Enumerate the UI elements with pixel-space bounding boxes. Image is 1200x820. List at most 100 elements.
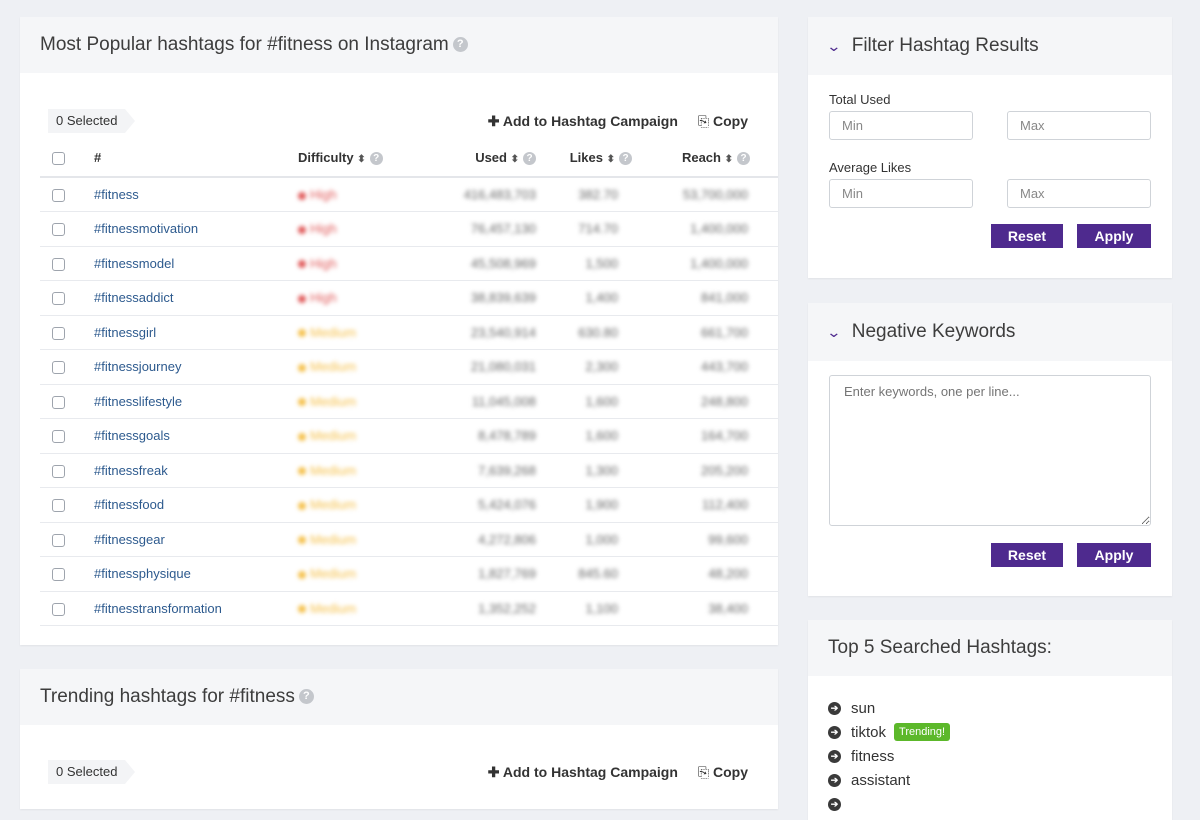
col-used[interactable]: Used ⬍? xyxy=(418,139,536,178)
difficulty-value: Medium xyxy=(298,497,356,512)
trending-card-header: Trending hashtags for #fitness? xyxy=(20,669,778,725)
filter-apply-button[interactable]: Apply xyxy=(1077,224,1151,248)
hashtag-link[interactable]: #fitnessgear xyxy=(94,532,165,547)
table-row: #fitnessmodel High 45,508,969 1,500 1,400,00… xyxy=(40,246,778,281)
difficulty-dot-icon xyxy=(298,191,306,200)
used-value: 8,478,789 xyxy=(478,428,536,444)
add-to-campaign-button[interactable]: ✚ Add to Hashtag Campaign xyxy=(488,764,678,781)
hashtag-link[interactable]: #fitness xyxy=(94,187,139,202)
negative-apply-button[interactable]: Apply xyxy=(1077,543,1151,567)
top5-item[interactable]: ➔ assistant xyxy=(828,768,1152,792)
top5-item[interactable]: ➔ tiktok Trending! xyxy=(828,720,1152,744)
difficulty-value: Medium xyxy=(298,566,356,581)
reach-value: 48,200 xyxy=(708,566,748,582)
help-icon[interactable]: ? xyxy=(619,152,632,166)
popular-hashtags-card: Most Popular hashtags for #fitness on In… xyxy=(20,17,778,645)
hashtag-link[interactable]: #fitnessaddict xyxy=(94,290,174,305)
hashtag-link[interactable]: #fitnesslifestyle xyxy=(94,394,182,409)
copy-button[interactable]: ⎘ Copy xyxy=(698,764,748,781)
reach-value: 1,400,000 xyxy=(690,255,748,271)
row-checkbox[interactable] xyxy=(52,568,65,582)
chevron-down-icon[interactable]: ⌄ xyxy=(826,38,841,55)
avg-likes-max-input[interactable]: Max xyxy=(1007,179,1151,208)
total-used-label: Total Used xyxy=(829,92,891,107)
chevron-down-icon[interactable]: ⌄ xyxy=(826,324,841,341)
total-used-max-input[interactable]: Max xyxy=(1007,111,1151,140)
col-likes[interactable]: Likes ⬍? xyxy=(536,139,632,178)
help-icon[interactable]: ? xyxy=(452,37,468,53)
row-checkbox[interactable] xyxy=(52,326,65,340)
add-to-campaign-button[interactable]: ✚ Add to Hashtag Campaign xyxy=(488,113,678,130)
negative-keywords-card: ⌄ Negative Keywords Reset Apply xyxy=(808,303,1172,596)
selected-count: 0 Selected xyxy=(48,109,136,133)
row-checkbox[interactable] xyxy=(52,430,65,444)
trending-toolbar: 0 Selected ✚ Add to Hashtag Campaign ⎘ C… xyxy=(20,754,778,790)
negative-reset-button[interactable]: Reset xyxy=(991,543,1063,567)
row-checkbox[interactable] xyxy=(52,602,65,616)
help-icon[interactable]: ? xyxy=(523,152,536,166)
top5-item[interactable]: ➔ fitness xyxy=(828,744,1152,768)
likes-value: 630.80 xyxy=(578,324,618,340)
table-row: #fitnesstransformation Medium 1,352,252 1,1… xyxy=(40,591,778,626)
hashtag-link[interactable]: #fitnessfood xyxy=(94,497,164,512)
filter-reset-button[interactable]: Reset xyxy=(991,224,1063,248)
popular-card-header: Most Popular hashtags for #fitness on In… xyxy=(20,17,778,73)
hashtag-link[interactable]: #fitnessjourney xyxy=(94,359,181,374)
help-icon[interactable]: ? xyxy=(369,152,383,166)
filter-card: ⌄ Filter Hashtag Results Total Used Min … xyxy=(808,17,1172,278)
used-value: 1,352,252 xyxy=(478,600,536,616)
difficulty-dot-icon xyxy=(298,329,306,338)
help-icon[interactable]: ? xyxy=(298,689,314,705)
help-icon[interactable]: ? xyxy=(737,152,750,166)
likes-value: 1,900 xyxy=(585,497,618,513)
row-checkbox[interactable] xyxy=(52,361,65,375)
hashtag-link[interactable]: #fitnessgirl xyxy=(94,325,156,340)
hashtag-link[interactable]: #fitnessmotivation xyxy=(94,221,198,236)
top5-item[interactable]: ➔ sun xyxy=(828,696,1152,720)
used-value: 5,424,076 xyxy=(478,497,536,513)
negative-keywords-textarea[interactable] xyxy=(829,375,1151,526)
hashtag-link[interactable]: #fitnesstransformation xyxy=(94,601,222,616)
reach-value: 248,800 xyxy=(701,393,748,409)
likes-value: 1,500 xyxy=(585,255,618,271)
col-hash: # xyxy=(94,139,298,178)
hashtag-link[interactable]: #fitnessfreak xyxy=(94,463,168,478)
row-checkbox[interactable] xyxy=(52,189,65,203)
copy-button[interactable]: ⎘ Copy xyxy=(698,113,748,130)
row-checkbox[interactable] xyxy=(52,257,65,271)
col-reach[interactable]: Reach ⬍? xyxy=(632,139,778,178)
used-value: 76,457,130 xyxy=(470,221,536,237)
top5-item[interactable]: ➔ xyxy=(828,792,1152,816)
total-used-min-input[interactable]: Min xyxy=(829,111,973,140)
plus-icon: ✚ xyxy=(487,112,503,129)
avg-likes-min-input[interactable]: Min xyxy=(829,179,973,208)
difficulty-value: High xyxy=(298,256,337,271)
row-checkbox[interactable] xyxy=(52,533,65,547)
select-all-checkbox[interactable] xyxy=(52,152,65,166)
likes-value: 1,100 xyxy=(585,600,618,616)
row-checkbox[interactable] xyxy=(52,464,65,478)
popular-toolbar: 0 Selected ✚ Add to Hashtag Campaign ⎘ C… xyxy=(20,103,778,139)
reach-value: 38,400 xyxy=(708,600,748,616)
row-checkbox[interactable] xyxy=(52,223,65,237)
table-row: #fitnessgirl Medium 23,540,914 630.80 661,70… xyxy=(40,315,778,350)
row-checkbox[interactable] xyxy=(52,499,65,513)
row-checkbox[interactable] xyxy=(52,292,65,306)
negative-header[interactable]: ⌄ Negative Keywords xyxy=(808,303,1172,361)
row-checkbox[interactable] xyxy=(52,395,65,409)
hashtag-link[interactable]: #fitnessmodel xyxy=(94,256,174,271)
sort-icon: ⬍ xyxy=(510,153,519,165)
sort-icon: ⬍ xyxy=(357,153,366,165)
filter-header[interactable]: ⌄ Filter Hashtag Results xyxy=(808,17,1172,75)
difficulty-value: Medium xyxy=(298,532,356,547)
likes-value: 1,000 xyxy=(585,531,618,547)
difficulty-value: High xyxy=(298,221,337,236)
col-difficulty[interactable]: Difficulty ⬍? xyxy=(298,139,418,178)
hashtag-link[interactable]: #fitnessphysique xyxy=(94,566,191,581)
difficulty-dot-icon xyxy=(298,398,306,407)
hashtag-link[interactable]: #fitnessgoals xyxy=(94,428,170,443)
reach-value: 205,200 xyxy=(701,462,748,478)
likes-value: 1,400 xyxy=(585,290,618,306)
negative-title: Negative Keywords xyxy=(851,321,1016,342)
trending-badge: Trending! xyxy=(894,723,951,741)
